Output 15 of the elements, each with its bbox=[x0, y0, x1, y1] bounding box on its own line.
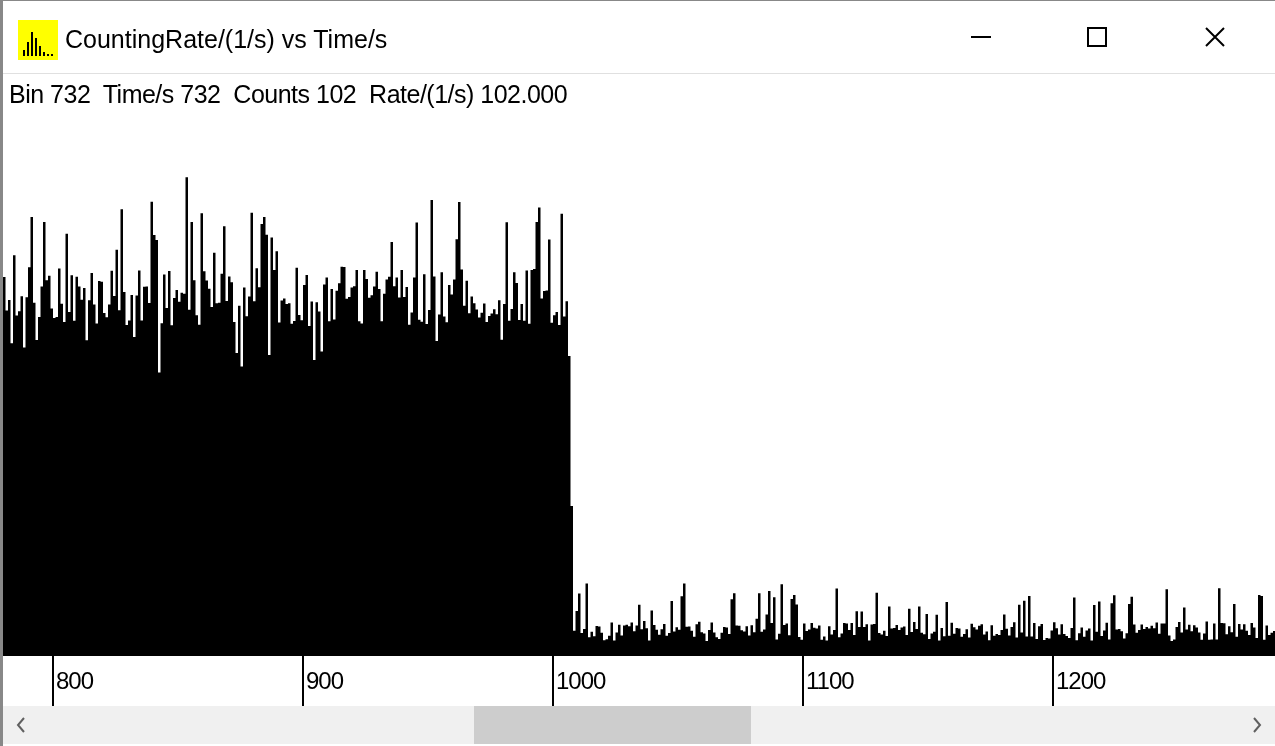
maximize-icon bbox=[1087, 27, 1107, 47]
axis-label: 1100 bbox=[806, 666, 854, 696]
window-title: CountingRate/(1/s) vs Time/s bbox=[65, 24, 388, 56]
histogram-icon bbox=[18, 20, 58, 60]
scrollbar[interactable] bbox=[3, 706, 1275, 744]
axis-label: 1000 bbox=[556, 666, 606, 696]
axis-label: 800 bbox=[56, 666, 94, 696]
axis-label: 900 bbox=[306, 666, 344, 696]
status-line: Bin 732 Time/s 732 Counts 102 Rate/(1/s) 102.000 bbox=[9, 79, 568, 111]
close-icon bbox=[1205, 27, 1225, 47]
axis-label: 1200 bbox=[1056, 666, 1106, 696]
scroll-right-icon[interactable] bbox=[1252, 717, 1262, 733]
scroll-thumb[interactable] bbox=[474, 706, 751, 744]
scroll-left-icon[interactable] bbox=[16, 717, 26, 733]
minimize-icon bbox=[971, 36, 991, 38]
